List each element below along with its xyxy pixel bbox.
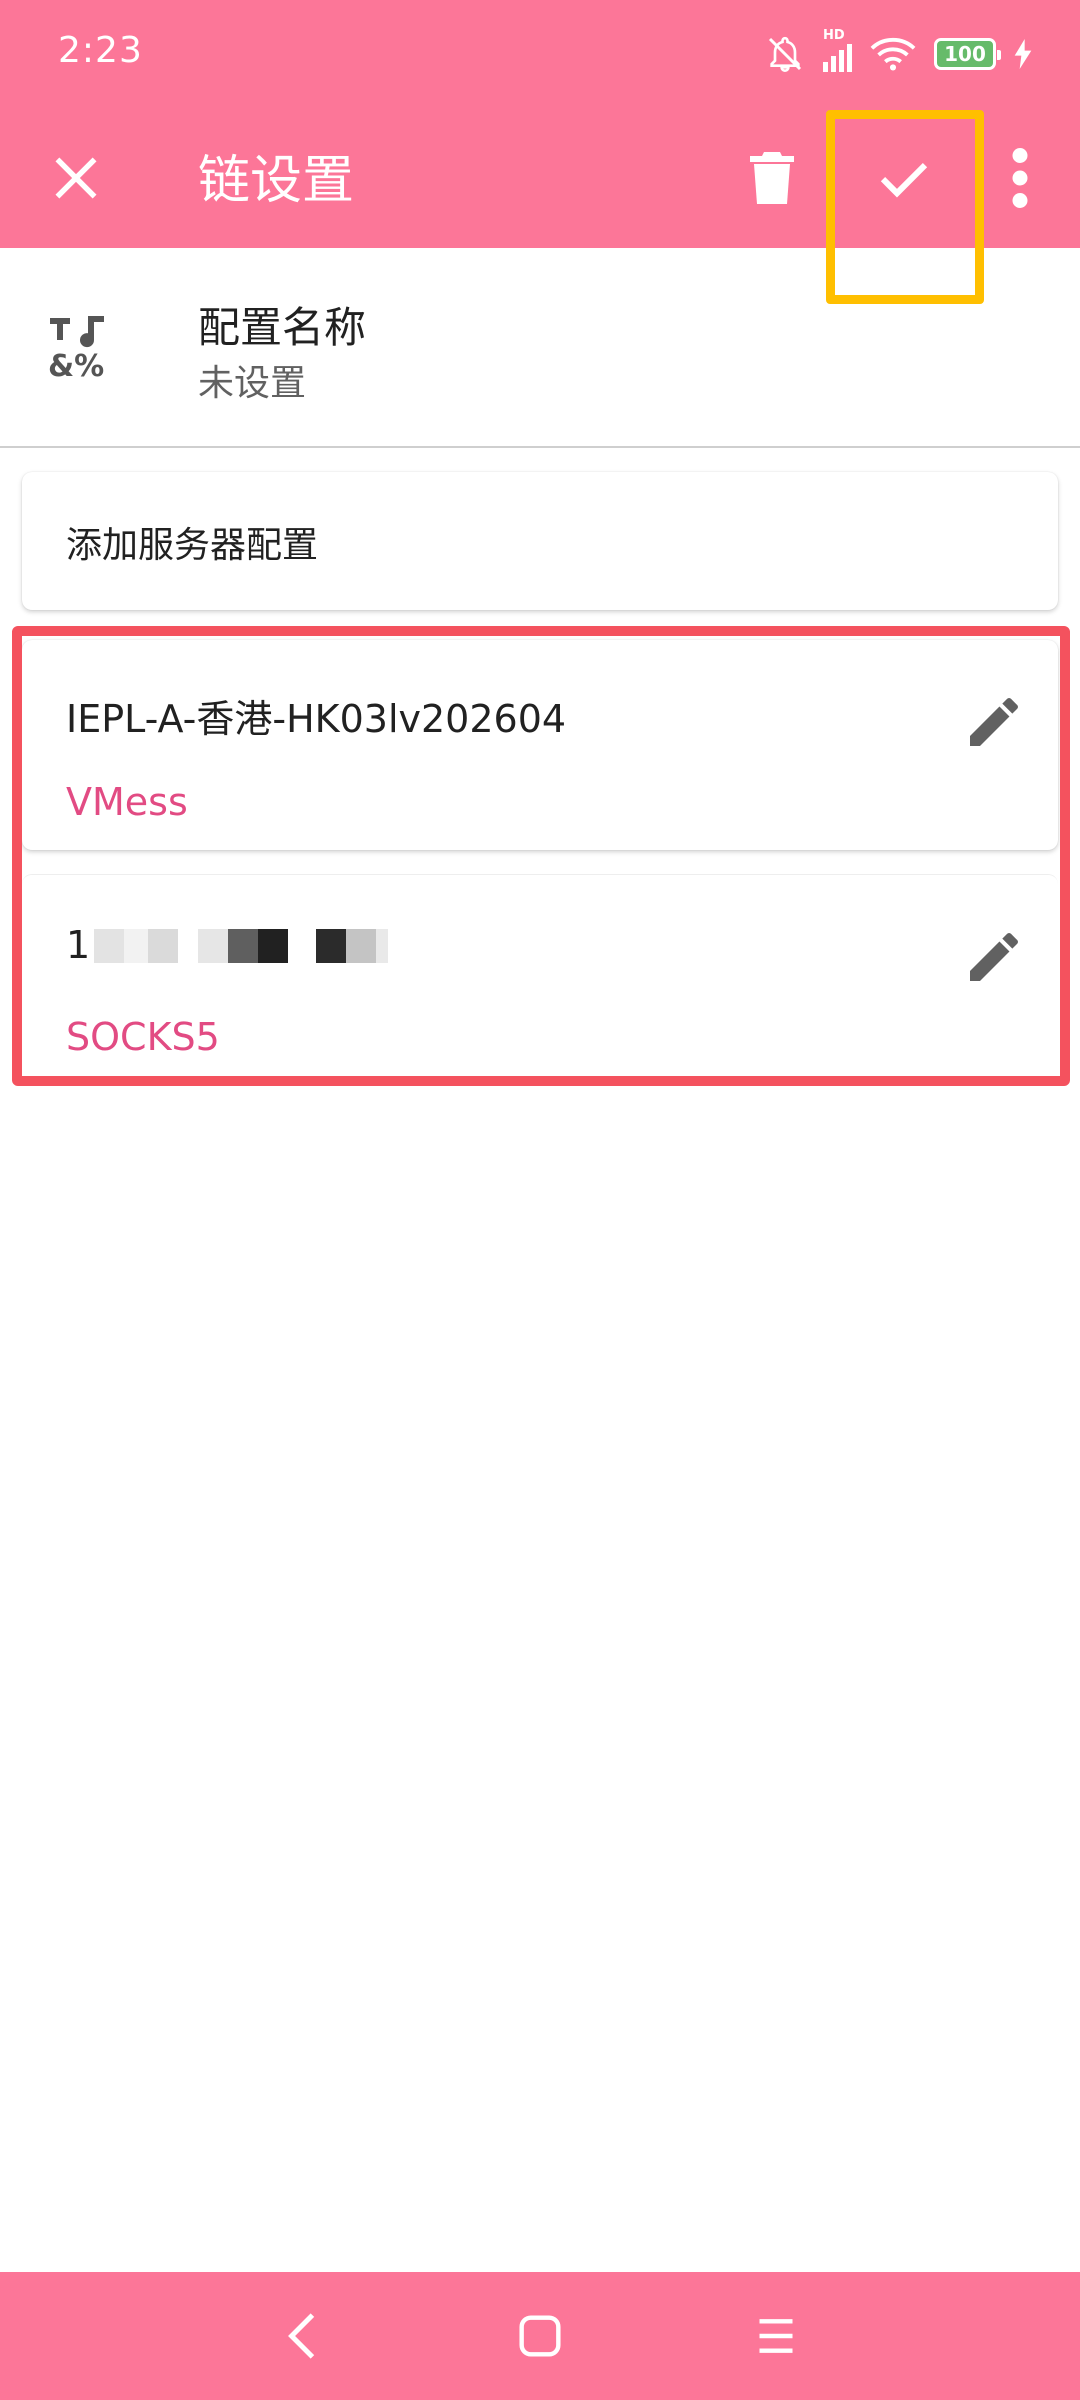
more-options-button[interactable] <box>970 128 1070 228</box>
server-item[interactable]: 1 SOCKS5 <box>22 874 1058 1084</box>
redacted-text <box>94 929 388 963</box>
muted-bell-icon <box>768 36 802 73</box>
server-protocol: SOCKS5 <box>66 1015 220 1059</box>
server-name: IEPL-A-香港-HK03lv202604 <box>66 697 567 741</box>
edit-icon[interactable] <box>962 925 1026 989</box>
navigation-bar <box>0 2272 1080 2400</box>
delete-button[interactable] <box>722 128 822 228</box>
app-bar: 链设置 <box>0 108 1080 248</box>
cell-signal-icon: HD <box>823 28 852 72</box>
profile-name-row[interactable]: &% 配置名称 未设置 <box>0 248 1080 448</box>
more-vert-icon <box>1012 148 1028 208</box>
check-icon <box>880 163 928 198</box>
home-icon <box>519 2315 561 2357</box>
status-time: 2:23 <box>58 30 143 71</box>
profile-name-label: 配置名称 <box>198 303 367 352</box>
add-server-button[interactable]: 添加服务器配置 <box>22 472 1058 610</box>
server-name: 1 <box>66 923 91 967</box>
battery-level: 100 <box>944 42 986 66</box>
save-button[interactable] <box>854 128 954 228</box>
page-title: 链设置 <box>198 151 355 211</box>
status-bar: 2:23 HD 100 <box>0 0 1080 108</box>
profile-name-value: 未设置 <box>198 363 307 404</box>
menu-icon <box>759 2319 793 2353</box>
server-protocol: VMess <box>66 780 188 824</box>
nav-back-button[interactable] <box>262 2300 342 2372</box>
server-item[interactable]: IEPL-A-香港-HK03lv202604 VMess <box>22 640 1058 850</box>
close-button[interactable] <box>26 128 126 228</box>
status-icons: HD 100 <box>765 28 1032 78</box>
nav-menu-button[interactable] <box>736 2300 816 2372</box>
edit-icon[interactable] <box>962 690 1026 754</box>
add-server-label: 添加服务器配置 <box>66 525 319 566</box>
text-format-icon: &% <box>48 316 104 378</box>
charging-icon <box>1014 39 1032 69</box>
battery-icon: 100 <box>934 38 1001 70</box>
trash-icon <box>750 152 794 204</box>
back-icon <box>288 2313 315 2359</box>
svg-text:&%: &% <box>48 349 104 378</box>
nav-home-button[interactable] <box>500 2300 580 2372</box>
wifi-icon <box>870 38 916 71</box>
hd-label: HD <box>823 28 845 43</box>
close-icon <box>55 157 97 199</box>
